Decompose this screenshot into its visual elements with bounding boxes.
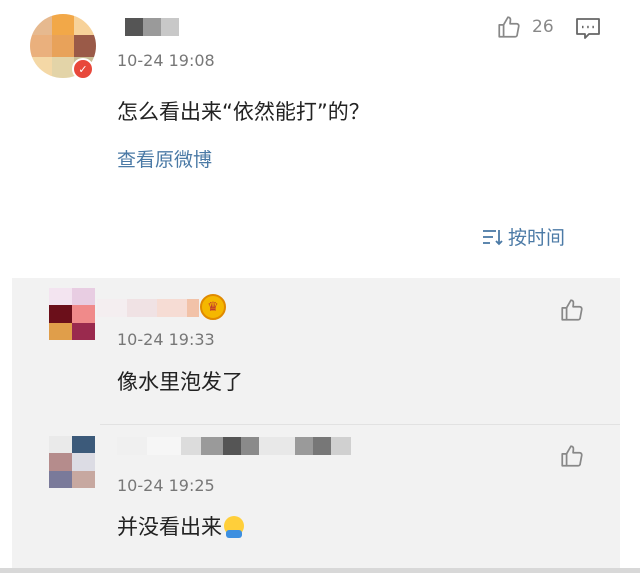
sort-by-time-button[interactable]: 按时间	[482, 223, 565, 250]
divider	[100, 424, 620, 425]
reply-text-content: 并没看出来	[117, 515, 222, 539]
sort-icon	[483, 229, 503, 245]
reply-like-button[interactable]	[559, 443, 585, 473]
comment-button[interactable]	[575, 17, 601, 45]
reply-username-blurred[interactable]	[117, 437, 351, 455]
like-button[interactable]: 26	[496, 14, 554, 40]
main-comment: ✓ 10-24 19:08 怎么看出来“依然能打”的？ 查看原微博 26 按时间	[0, 0, 640, 278]
reply-avatar[interactable]	[49, 288, 95, 340]
verified-badge-icon: ✓	[72, 58, 94, 80]
reply-username-blurred[interactable]	[97, 299, 199, 317]
reply-timestamp: 10-24 19:33	[117, 330, 215, 349]
reply-avatar[interactable]	[49, 436, 95, 488]
thumbs-up-icon	[561, 299, 583, 321]
comment-text: 怎么看出来“依然能打”的？	[117, 100, 370, 124]
thumbs-up-icon	[561, 445, 583, 467]
reply-like-button[interactable]	[559, 297, 585, 327]
username-blurred[interactable]	[125, 18, 179, 36]
crown-badge-icon: ♛	[200, 294, 226, 320]
thumbs-up-icon	[498, 16, 520, 38]
reply-text: 像水里泡发了	[117, 370, 243, 394]
reply-timestamp: 10-24 19:25	[117, 476, 215, 495]
comment-timestamp: 10-24 19:08	[117, 51, 215, 70]
emoji-icon	[224, 516, 244, 538]
bottom-border	[0, 568, 640, 573]
sort-label: 按时间	[508, 227, 566, 249]
comment-icon	[576, 18, 600, 39]
reply-list	[12, 278, 620, 568]
view-original-link[interactable]: 查看原微博	[117, 145, 212, 172]
reply-text: 并没看出来	[117, 511, 244, 541]
like-count: 26	[532, 17, 554, 37]
